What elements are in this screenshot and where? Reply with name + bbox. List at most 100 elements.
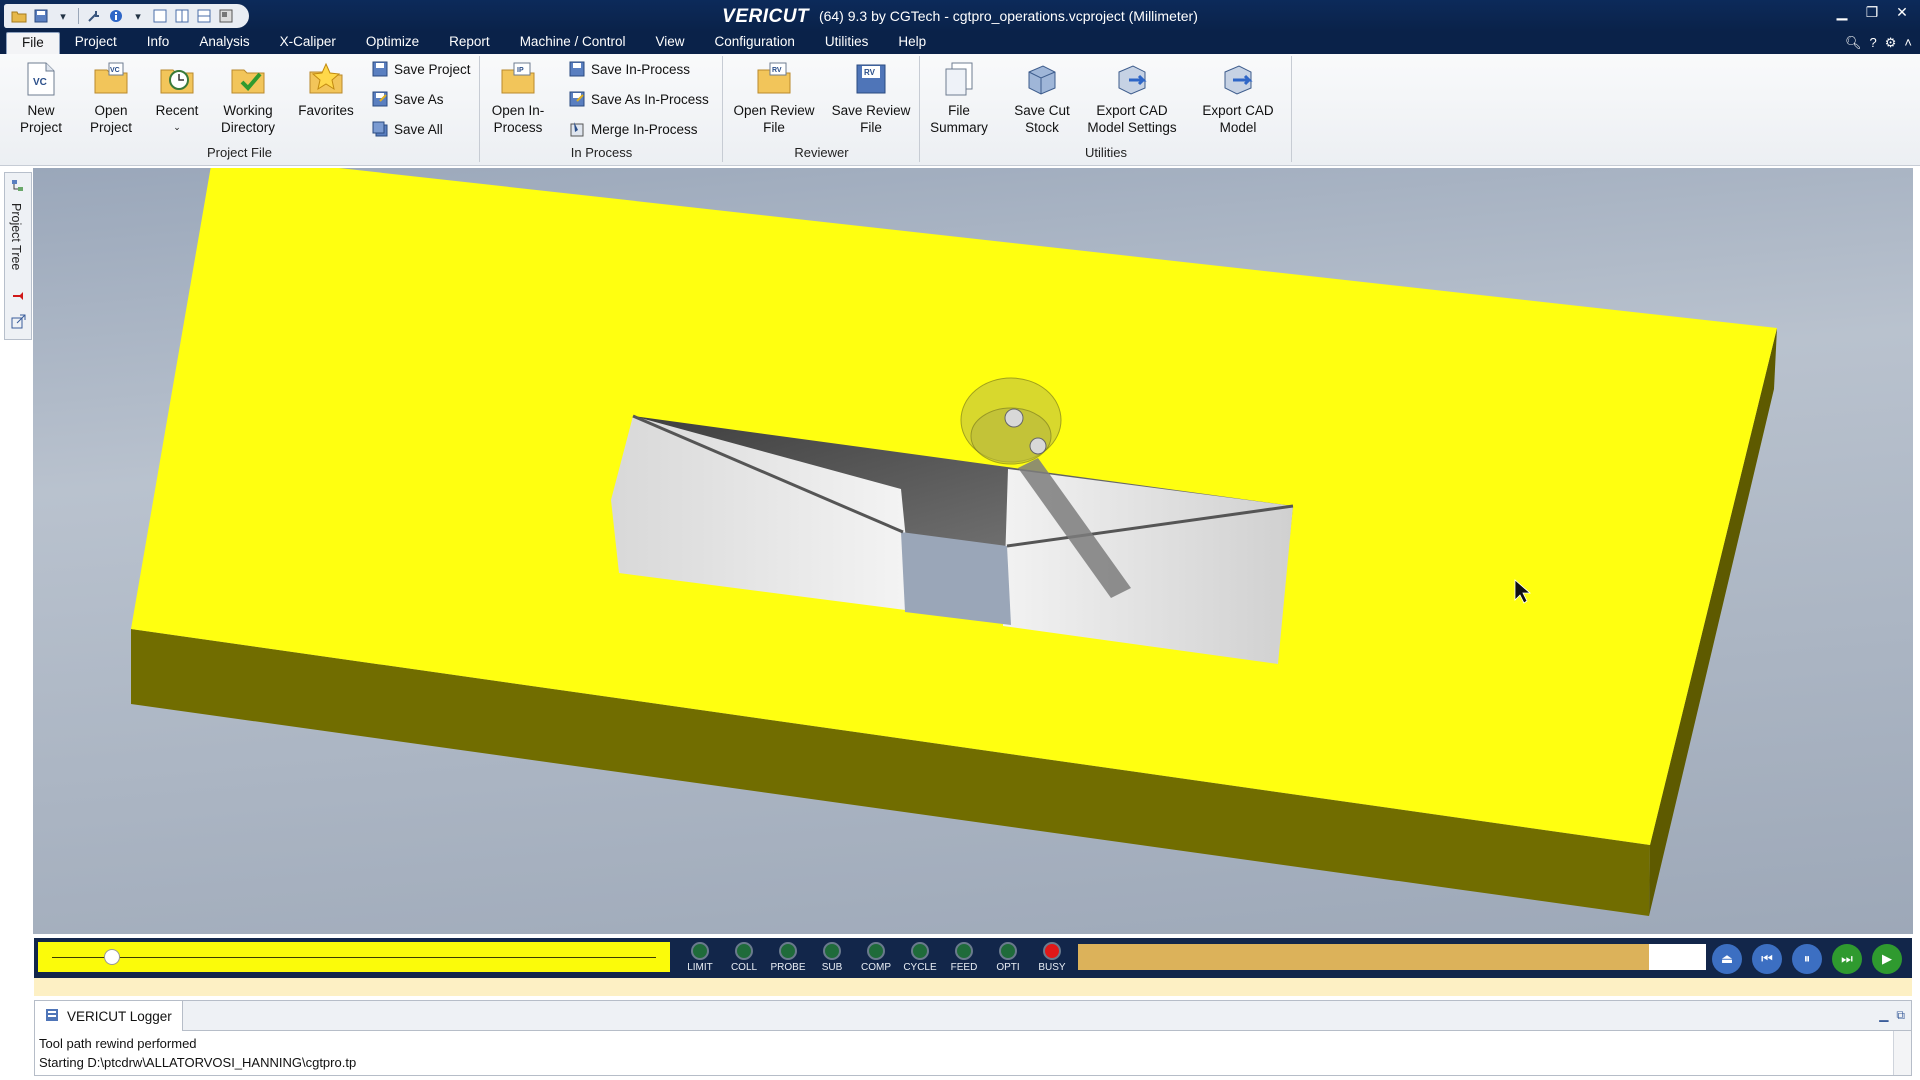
recent-button[interactable]: Recent ⌄ <box>150 60 204 136</box>
save-cut-stock-button[interactable]: Save Cut Stock <box>1009 60 1075 136</box>
led-label: FEED <box>950 962 978 973</box>
status-led-busy: BUSY <box>1030 938 1074 978</box>
ribbon: VC New Project VC Open Project Recent ⌄ <box>0 54 1920 166</box>
save-project-icon <box>372 61 388 77</box>
favorites-button[interactable]: Favorites <box>294 60 358 119</box>
led-indicator <box>823 942 841 960</box>
export-cad-model-button[interactable]: Export CAD Model <box>1193 60 1283 136</box>
help-icon[interactable]: ? <box>1870 35 1877 51</box>
menu-machine-control[interactable]: Machine / Control <box>505 32 641 54</box>
open-folder-icon: VC <box>92 60 130 98</box>
close-icon[interactable]: ✕ <box>1894 4 1910 21</box>
menu-configuration[interactable]: Configuration <box>700 32 810 54</box>
export-cad-model-settings-button[interactable]: Export CAD Model Settings <box>1083 60 1181 136</box>
slider-thumb[interactable] <box>104 949 121 965</box>
menu-info[interactable]: Info <box>132 32 185 54</box>
save-as-in-process-button[interactable]: Save As In-Process <box>569 88 709 110</box>
merge-in-process-icon <box>569 121 585 137</box>
play-icon[interactable]: ▶ <box>1872 944 1902 974</box>
chevron-up-icon[interactable]: ˄ <box>1904 35 1912 51</box>
logger-tab-bar: VERICUT Logger ▁ ⧉ <box>35 1001 1911 1031</box>
save-in-process-label: Save In-Process <box>591 61 691 77</box>
save-all-icon <box>372 121 388 137</box>
open-review-file-button[interactable]: RV Open Review File <box>730 60 818 136</box>
restore-icon[interactable]: ❐ <box>1864 4 1880 21</box>
help-icons: 🔍︎ ? ⚙ ˄ <box>1845 35 1912 51</box>
menu-help[interactable]: Help <box>883 32 941 54</box>
project-tree-tab[interactable]: Project Tree <box>4 172 32 340</box>
file-summary-button[interactable]: File Summary <box>929 60 989 136</box>
pause-icon[interactable]: ⏸ <box>1792 944 1822 974</box>
svg-text:IP: IP <box>517 67 524 74</box>
ribbon-group-project-file: VC New Project VC Open Project Recent ⌄ <box>0 56 480 162</box>
status-led-opti: OPTI <box>986 938 1030 978</box>
save-in-process-icon <box>569 61 585 77</box>
menu-project[interactable]: Project <box>60 32 132 54</box>
save-as-icon <box>372 91 388 107</box>
minimize-icon[interactable]: ▁ <box>1834 4 1850 21</box>
led-label: COMP <box>861 962 891 973</box>
open-in-process-button[interactable]: IP Open In- Process <box>487 60 549 136</box>
save-review-file-button[interactable]: RV Save Review File <box>828 60 914 136</box>
svg-text:RV: RV <box>864 68 876 77</box>
logger-messages: Tool path rewind performed Starting D:\p… <box>35 1031 1911 1075</box>
simulation-controls: ⏏ ⏮ ⏸ ⏭ ▶ <box>1712 944 1902 974</box>
save-cut-stock-icon <box>1023 60 1061 98</box>
led-indicator <box>911 942 929 960</box>
logger-tab[interactable]: VERICUT Logger <box>35 1001 183 1031</box>
working-directory-button[interactable]: Working Directory <box>214 60 282 136</box>
open-in-process-icon: IP <box>499 60 537 98</box>
logger-scrollbar[interactable] <box>1893 1031 1911 1075</box>
save-as-button[interactable]: Save As <box>372 88 444 110</box>
animation-speed-slider[interactable] <box>38 942 670 972</box>
menu-optimize[interactable]: Optimize <box>351 32 434 54</box>
minimize-icon[interactable]: ▁ <box>1879 1008 1888 1023</box>
status-led-feed: FEED <box>942 938 986 978</box>
simulation-bar: LIMIT COLL PROBE SUB COMP CYCLE FEED OPTI BUSY ⏏… <box>34 938 1912 978</box>
tree-icon <box>11 179 25 196</box>
graphics-viewport[interactable] <box>33 168 1913 934</box>
simulation-progress-bar <box>1078 944 1706 970</box>
save-all-button[interactable]: Save All <box>372 118 443 140</box>
step-icon[interactable]: ⏭ <box>1832 944 1862 974</box>
gear-icon[interactable]: ⚙ <box>1885 35 1897 51</box>
menu-file[interactable]: File <box>6 32 60 54</box>
reset-icon[interactable]: ⏏ <box>1712 944 1742 974</box>
rewind-icon[interactable]: ⏮ <box>1752 944 1782 974</box>
new-project-button[interactable]: VC New Project <box>14 60 68 136</box>
led-label: CYCLE <box>903 962 937 973</box>
group-label-in-process: In Process <box>570 145 633 160</box>
led-label: BUSY <box>1038 962 1066 973</box>
pin-icon[interactable] <box>11 289 25 306</box>
window-title: VERICUT (64) 9.3 by CGTech - cgtpro_oper… <box>0 6 1920 28</box>
export-cad-model-icon <box>1219 60 1257 98</box>
status-led-comp: COMP <box>854 938 898 978</box>
new-project-icon: VC <box>22 60 60 98</box>
open-project-button[interactable]: VC Open Project <box>84 60 138 136</box>
undock-icon[interactable]: ⧉ <box>1896 1008 1905 1023</box>
merge-in-process-button[interactable]: Merge In-Process <box>569 118 698 140</box>
search-icon[interactable]: 🔍︎ <box>1845 35 1862 51</box>
ribbon-group-in-process: IP Open In- Process Save In-Process Save… <box>481 56 723 162</box>
merge-in-process-label: Merge In-Process <box>591 121 698 137</box>
save-review-file-icon: RV <box>852 60 890 98</box>
new-project-label: New Project <box>19 103 63 135</box>
menu-utilities[interactable]: Utilities <box>810 32 884 54</box>
menu-view[interactable]: View <box>641 32 700 54</box>
save-cut-stock-label: Save Cut Stock <box>1014 103 1070 135</box>
app-brand: VERICUT <box>722 6 810 27</box>
menu-x-caliper[interactable]: X-Caliper <box>265 32 351 54</box>
save-in-process-button[interactable]: Save In-Process <box>569 58 690 80</box>
led-label: PROBE <box>770 962 806 973</box>
undock-icon[interactable] <box>11 313 27 332</box>
led-indicator <box>1043 942 1061 960</box>
logger-icon <box>45 1008 59 1025</box>
status-leds: LIMIT COLL PROBE SUB COMP CYCLE FEED OPTI BUSY <box>678 938 1074 978</box>
workpiece-3d-view <box>131 168 1777 916</box>
save-all-label: Save All <box>394 121 443 137</box>
save-as-in-process-icon <box>569 91 585 107</box>
menu-analysis[interactable]: Analysis <box>184 32 264 54</box>
menu-report[interactable]: Report <box>434 32 505 54</box>
save-project-button[interactable]: Save Project <box>372 58 471 80</box>
status-strip <box>34 978 1912 996</box>
